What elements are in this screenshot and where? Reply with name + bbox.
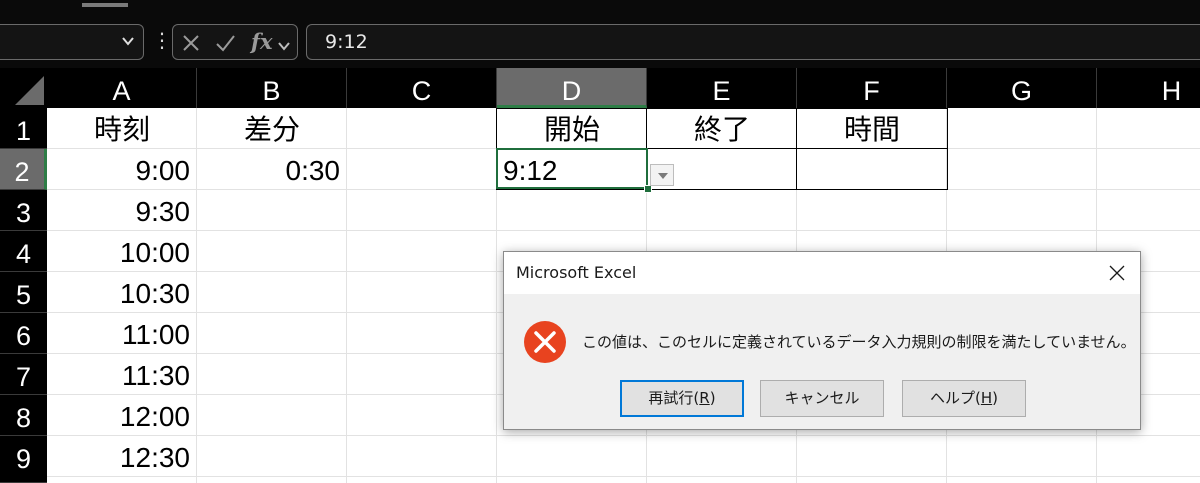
cell-e1[interactable]: 終了 (647, 110, 797, 149)
column-header-h[interactable]: H (1097, 68, 1200, 108)
cell-a4[interactable]: 10:00 (47, 233, 197, 272)
close-button[interactable] (1094, 252, 1140, 294)
dropdown-arrow-icon (658, 173, 668, 179)
row-header-5[interactable]: 5 (0, 272, 47, 313)
cell-a3[interactable]: 9:30 (47, 192, 197, 231)
cell-a9[interactable]: 12:30 (47, 438, 197, 477)
column-header-a[interactable]: A (47, 68, 197, 108)
column-header-c[interactable]: C (347, 68, 497, 108)
select-all-button[interactable] (0, 68, 47, 108)
dialog-titlebar[interactable]: Microsoft Excel (504, 252, 1140, 294)
check-icon[interactable] (215, 33, 235, 53)
insert-function-button[interactable]: fx (251, 29, 273, 54)
retry-button[interactable]: 再試行(R) (620, 380, 744, 417)
active-cell-border (496, 148, 648, 189)
column-header-d[interactable]: D (497, 68, 647, 108)
gridline (47, 435, 1200, 436)
fill-handle[interactable] (644, 185, 652, 193)
row-header-1[interactable]: 1 (0, 108, 47, 149)
row-header-2[interactable]: 2 (0, 149, 47, 190)
column-header-e[interactable]: E (647, 68, 797, 108)
cell-b1[interactable]: 差分 (197, 110, 347, 149)
cell-a6[interactable]: 11:00 (47, 315, 197, 354)
cell-a2[interactable]: 9:00 (47, 151, 197, 190)
error-dialog: Microsoft Excel この値は、このセルに定義されているデータ入力規則… (503, 251, 1141, 430)
row-header-8[interactable]: 8 (0, 395, 47, 436)
tab-indicator (82, 3, 128, 7)
column-header-f[interactable]: F (797, 68, 947, 108)
formula-bar-area: ⋮ fx 9:12 (0, 0, 1200, 68)
gridline (47, 476, 1200, 477)
row-header-9[interactable]: 9 (0, 436, 47, 483)
gridline (47, 230, 1200, 231)
chevron-down-icon[interactable] (121, 34, 135, 48)
help-button[interactable]: ヘルプ(H) (902, 380, 1026, 417)
cancel-button[interactable]: キャンセル (760, 380, 884, 417)
cell-d1[interactable]: 開始 (497, 110, 647, 149)
cell-a7[interactable]: 11:30 (47, 356, 197, 395)
validation-dropdown-button[interactable] (650, 164, 674, 186)
error-icon (524, 321, 566, 363)
row-header-6[interactable]: 6 (0, 313, 47, 354)
name-box[interactable] (0, 24, 144, 60)
more-options-icon[interactable]: ⋮ (152, 29, 172, 53)
cell-a8[interactable]: 12:00 (47, 397, 197, 436)
chevron-down-icon[interactable] (277, 36, 291, 56)
dialog-message: この値は、このセルに定義されているデータ入力規則の制限を満たしていません。 (582, 333, 1136, 351)
column-header-g[interactable]: G (947, 68, 1097, 108)
row-header-3[interactable]: 3 (0, 190, 47, 231)
formula-input[interactable]: 9:12 (306, 24, 1200, 60)
close-icon (1109, 265, 1125, 281)
x-icon[interactable] (181, 33, 201, 53)
row-header-7[interactable]: 7 (0, 354, 47, 395)
cell-f1[interactable]: 時間 (797, 110, 947, 149)
column-header-b[interactable]: B (197, 68, 347, 108)
cell-a5[interactable]: 10:30 (47, 274, 197, 313)
cell-a1[interactable]: 時刻 (47, 110, 197, 149)
row-header-4[interactable]: 4 (0, 231, 47, 272)
dialog-title: Microsoft Excel (516, 263, 637, 282)
formula-buttons: fx (172, 24, 298, 60)
cell-b2[interactable]: 0:30 (197, 151, 347, 190)
